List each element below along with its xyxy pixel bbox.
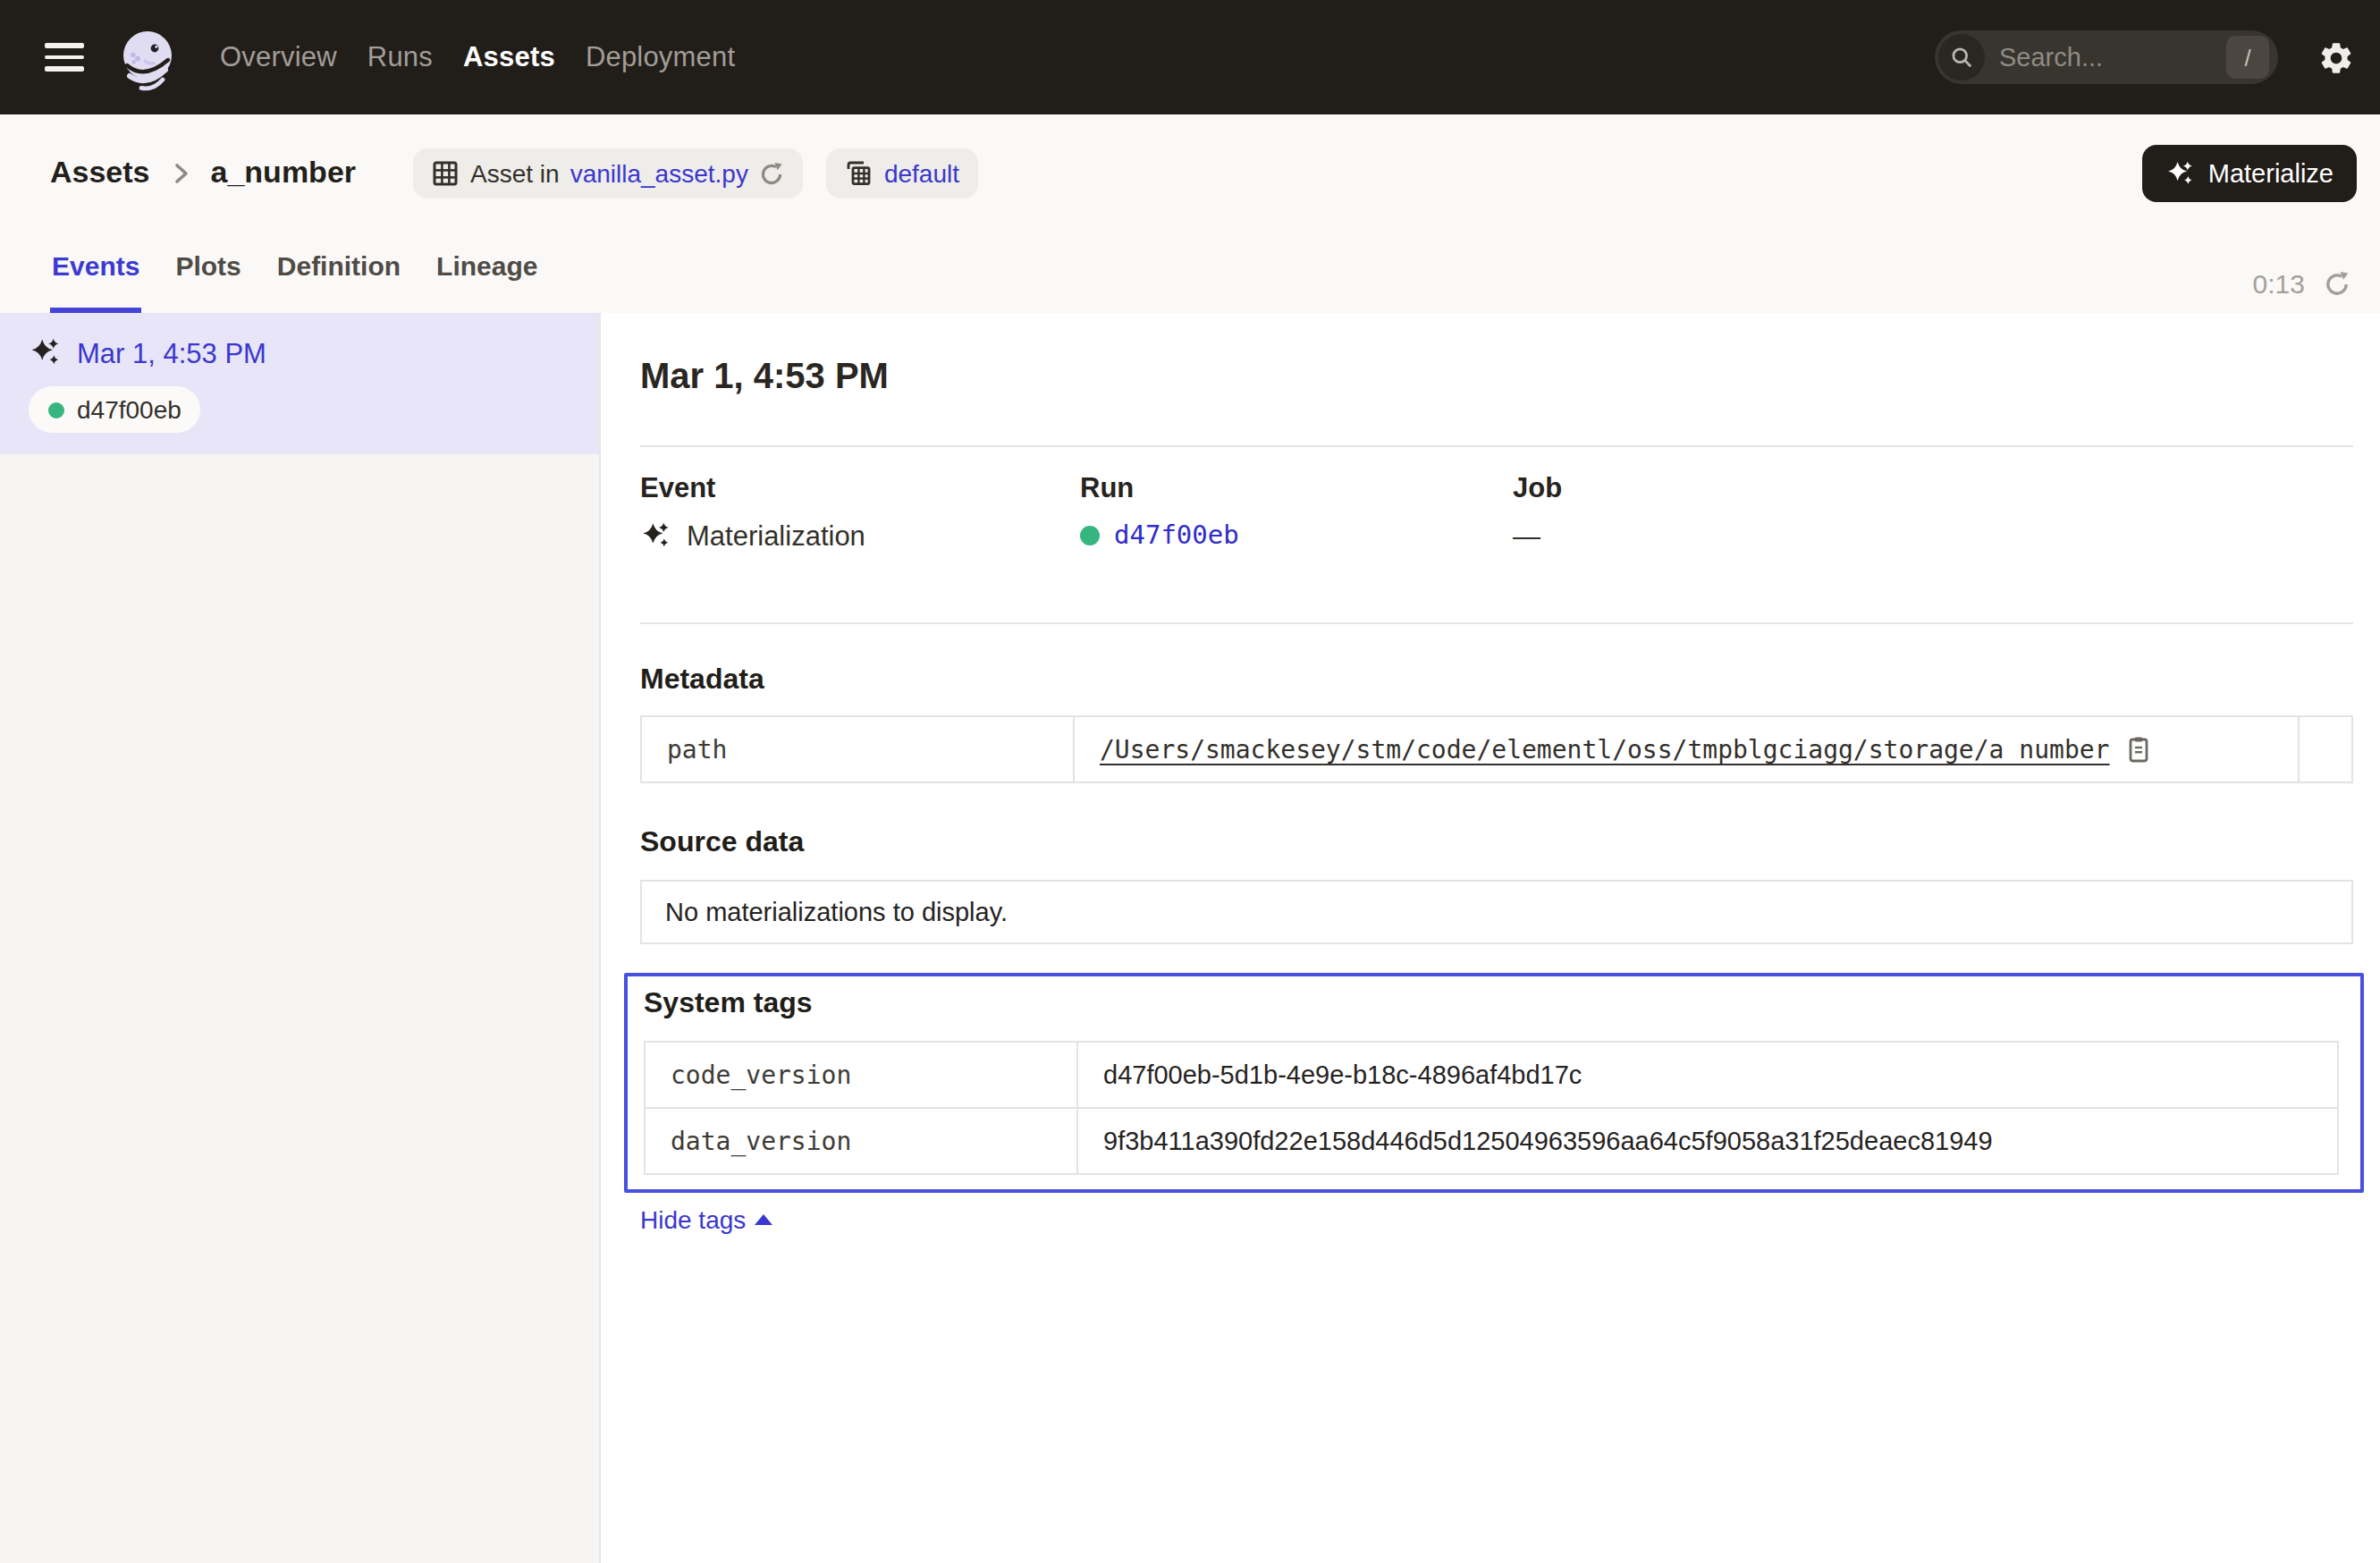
breadcrumb-chevron-icon [166,159,195,188]
event-list-item[interactable]: Mar 1, 4:53 PM d47f00eb [0,313,599,454]
group-grid-icon [845,159,874,188]
tag-value: d47f00eb-5d1b-4e9e-b18c-4896af4bd17c [1077,1042,2338,1108]
event-timestamp: Mar 1, 4:53 PM [77,337,266,369]
table-row: data_version 9f3b411a390fd22e158d446d5d1… [645,1108,2338,1174]
run-column-label: Run [1080,472,1513,504]
hide-tags-link[interactable]: Hide tags [640,1205,772,1234]
settings-gear-icon[interactable] [2317,38,2355,76]
nav-item-deployment[interactable]: Deployment [586,41,735,73]
event-column-label: Event [640,472,1080,504]
job-column-label: Job [1513,472,2353,504]
event-list-sidebar: Mar 1, 4:53 PM d47f00eb [0,313,601,1563]
app-root: Overview Runs Assets Deployment Search..… [0,0,2380,1563]
nav-links: Overview Runs Assets Deployment [220,41,735,73]
system-tags-heading: System tags [644,987,2339,1019]
refresh-icon[interactable] [2323,269,2351,298]
metadata-key: path [641,716,1074,782]
group-badge: default [827,148,977,199]
top-navigation: Overview Runs Assets Deployment Search..… [0,0,2380,114]
run-tag[interactable]: d47f00eb [29,386,201,433]
source-data-empty-message: No materializations to display. [640,880,2353,944]
tab-plots[interactable]: Plots [173,222,242,313]
path-link[interactable]: /Users/smackesey/stm/code/elementl/oss/t… [1100,735,2109,764]
tag-value: 9f3b411a390fd22e158d446d5d12504963596aa6… [1077,1108,2338,1174]
materialization-sparkle-icon [640,520,672,553]
asset-badge-prefix: Asset in [470,159,560,188]
asset-file-link[interactable]: vanilla_asset.py [570,159,748,188]
group-link[interactable]: default [884,159,959,188]
caret-up-icon [755,1214,772,1225]
menu-icon[interactable] [45,43,84,72]
page-header: Assets a_number Asset in vanilla_asset.p… [0,114,2380,313]
materialization-sparkle-icon [29,336,63,370]
page-title: a_number [211,156,357,191]
search-input[interactable]: Search... / [1935,30,2278,84]
source-data-heading: Source data [640,826,2353,858]
run-id-link[interactable]: d47f00eb [1114,520,1239,549]
nav-item-runs[interactable]: Runs [367,41,433,73]
search-shortcut-key: / [2226,36,2269,79]
tab-definition[interactable]: Definition [275,222,402,313]
nav-item-overview[interactable]: Overview [220,41,337,73]
job-value: — [1513,520,1540,553]
metadata-heading: Metadata [640,663,2353,696]
materialize-button[interactable]: Materialize [2142,145,2357,202]
reload-definition-icon[interactable] [759,160,786,187]
table-row: code_version d47f00eb-5d1b-4e9e-b18c-489… [645,1042,2338,1108]
run-status-dot [48,401,64,418]
asset-definition-badge: Asset in vanilla_asset.py [413,148,804,199]
copy-icon[interactable] [2123,735,2152,764]
event-title: Mar 1, 4:53 PM [640,356,2353,397]
metadata-table: path /Users/smackesey/stm/code/elementl/… [640,715,2353,783]
system-tags-table: code_version d47f00eb-5d1b-4e9e-b18c-489… [644,1041,2339,1175]
asset-grid-icon [431,159,460,188]
tag-key: code_version [645,1042,1077,1108]
system-tags-highlight-box: System tags code_version d47f00eb-5d1b-4… [624,973,2364,1193]
search-icon [1938,34,1985,80]
nav-item-assets[interactable]: Assets [463,41,555,73]
dagster-logo-icon[interactable] [118,30,173,85]
tab-lineage[interactable]: Lineage [435,222,539,313]
run-status-dot [1080,525,1100,545]
tab-bar: Events Plots Definition Lineage [50,222,539,313]
refresh-countdown: 0:13 [2253,268,2305,299]
breadcrumb-assets[interactable]: Assets [50,156,150,191]
sparkle-icon [2165,158,2196,189]
event-detail-panel: Mar 1, 4:53 PM Event Materialization Run… [601,313,2380,1563]
event-type: Materialization [687,520,865,553]
tab-events[interactable]: Events [50,222,141,313]
search-placeholder: Search... [1999,43,2226,72]
tag-key: data_version [645,1108,1077,1174]
table-row: path /Users/smackesey/stm/code/elementl/… [641,716,2352,782]
